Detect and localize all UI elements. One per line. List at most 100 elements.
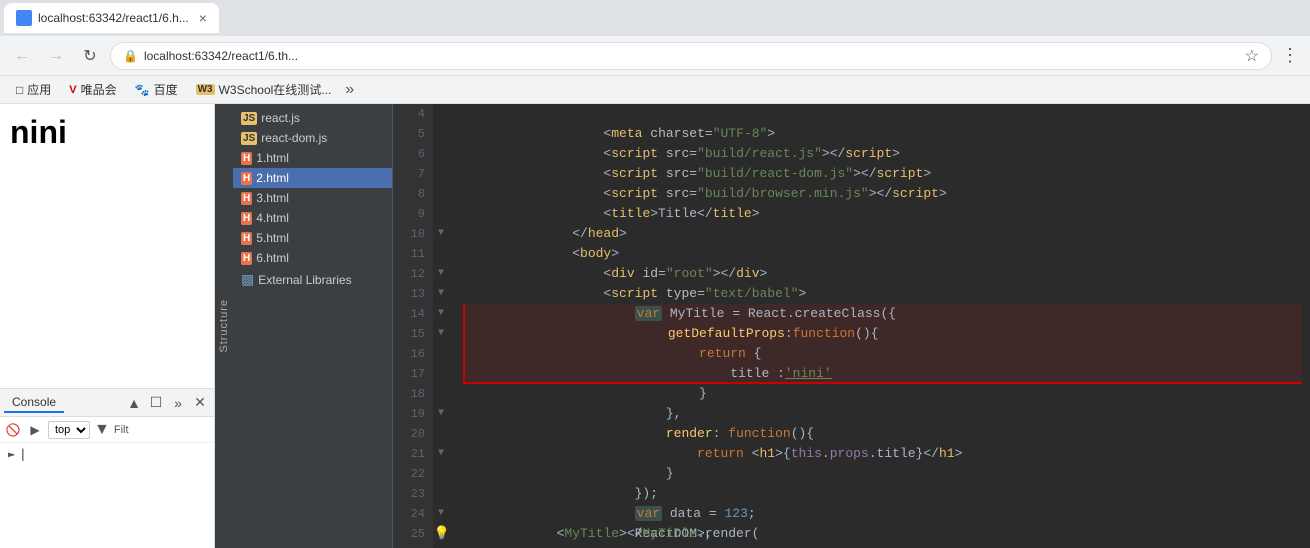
bookmark-baidu[interactable]: 🐾 百度 xyxy=(127,79,186,100)
file-tree: JS react.js JS react-dom.js H 1.html H 2… xyxy=(233,104,393,548)
nav-bar: ← → ↻ 🔒 localhost:63342/react1/6.th... ☆… xyxy=(0,36,1310,76)
code-line-26: document.getElementById('root') xyxy=(463,544,1302,548)
fold-arrow-19: ▼ xyxy=(438,404,444,424)
gutter-10[interactable]: ▼ xyxy=(433,224,451,244)
bookmark-w3school-label: W3School在线测试... xyxy=(219,81,332,98)
line-number-15: 15 xyxy=(393,324,425,344)
gutter-19[interactable]: ▼ xyxy=(433,404,451,424)
browser-output-panel: nini Console ▲ ☐ » ✕ 🚫 ▶ to xyxy=(0,104,215,548)
file-name-5html: 5.html xyxy=(256,231,289,245)
fold-arrow-12: ▼ xyxy=(438,264,444,284)
line-number-24: 24 xyxy=(393,504,425,524)
js-file-icon: JS xyxy=(241,132,257,145)
baidu-icon: 🐾 xyxy=(135,83,150,97)
file-name-6html: 6.html xyxy=(256,251,289,265)
code-lines: 4 5 6 7 8 9 10 11 12 13 14 15 16 17 xyxy=(393,104,1310,548)
ext-lib-icon: ▩ xyxy=(241,271,254,288)
gutter-22 xyxy=(433,464,451,484)
browser-tab[interactable]: localhost:63342/react1/6.h... × xyxy=(4,3,219,33)
bookmark-vipshop[interactable]: V 唯品会 xyxy=(61,79,124,100)
console-context-select[interactable]: top xyxy=(48,421,90,439)
gutter-21[interactable]: ▼ xyxy=(433,444,451,464)
bookmark-apps[interactable]: □ 应用 xyxy=(8,79,59,100)
file-item-reactdomjs[interactable]: JS react-dom.js xyxy=(233,128,392,148)
line-number-23: 23 xyxy=(393,484,425,504)
console-tab[interactable]: Console xyxy=(4,393,64,413)
prompt-arrow-icon: ► xyxy=(8,447,15,461)
gutter-5 xyxy=(433,124,451,144)
file-item-5html[interactable]: H 5.html xyxy=(233,228,392,248)
file-name-2html: 2.html xyxy=(256,171,289,185)
file-name-1html: 1.html xyxy=(256,151,289,165)
console-undock-button[interactable]: ☐ xyxy=(146,393,166,413)
fold-arrow-13: ▼ xyxy=(438,284,444,304)
line-number-18: 18 xyxy=(393,384,425,404)
line-number-21: 21 xyxy=(393,444,425,464)
filter-label: Filt xyxy=(114,424,129,436)
fold-arrow-24: ▼ xyxy=(438,504,444,524)
more-bookmarks-button[interactable]: » xyxy=(345,81,354,99)
gutter: ▼ ▼ ▼ ▼ ▼ ▼ ▼ ▼ xyxy=(433,104,455,548)
gutter-14[interactable]: ▼ xyxy=(433,304,451,324)
console-icons: ▲ ☐ » ✕ xyxy=(124,393,210,413)
gutter-12[interactable]: ▼ xyxy=(433,264,451,284)
bookmarks-bar: □ 应用 V 唯品会 🐾 百度 W3 W3School在线测试... » xyxy=(0,76,1310,104)
console-dock-button[interactable]: ▲ xyxy=(124,393,144,413)
fold-arrow-15: ▼ xyxy=(438,324,444,344)
gutter-13[interactable]: ▼ xyxy=(433,284,451,304)
js-file-icon: JS xyxy=(241,112,257,125)
bookmark-vipshop-label: 唯品会 xyxy=(81,81,117,98)
line-number-13: 13 xyxy=(393,284,425,304)
gutter-9 xyxy=(433,204,451,224)
file-item-1html[interactable]: H 1.html xyxy=(233,148,392,168)
file-name-reactjs: react.js xyxy=(261,111,300,125)
line-number-11: 11 xyxy=(393,244,425,264)
browser-window: localhost:63342/react1/6.h... × ← → ↻ 🔒 … xyxy=(0,0,1310,548)
console-input[interactable]: | xyxy=(19,447,26,461)
console-close-button[interactable]: ✕ xyxy=(190,393,210,413)
html-file-icon: H xyxy=(241,192,252,205)
gutter-7 xyxy=(433,164,451,184)
gutter-18 xyxy=(433,384,451,404)
line-number-14: 14 xyxy=(393,304,425,324)
bookmark-icon[interactable]: ☆ xyxy=(1245,46,1259,66)
structure-panel: Structure xyxy=(215,104,233,548)
file-item-2html[interactable]: H 2.html xyxy=(233,168,392,188)
vipshop-icon: V xyxy=(69,84,76,96)
file-item-reactjs[interactable]: JS react.js xyxy=(233,108,392,128)
output-content: nini xyxy=(0,104,214,388)
tab-close-button[interactable]: × xyxy=(199,10,207,26)
html-file-icon: H xyxy=(241,152,252,165)
back-button[interactable]: ← xyxy=(8,42,36,70)
gutter-24[interactable]: ▼ xyxy=(433,504,451,524)
console-filter-toggle[interactable]: ▶ xyxy=(26,421,44,439)
file-item-4html[interactable]: H 4.html xyxy=(233,208,392,228)
file-item-external-libraries[interactable]: ▩ External Libraries xyxy=(233,268,392,291)
line-number-26: 26 xyxy=(393,544,425,548)
file-item-6html[interactable]: H 6.html xyxy=(233,248,392,268)
extensions-button[interactable]: ⋮ xyxy=(1278,44,1302,68)
ide-area: Structure JS react.js JS react-dom.js H … xyxy=(215,104,1310,548)
bookmark-baidu-label: 百度 xyxy=(154,81,178,98)
w3school-icon: W3 xyxy=(196,84,215,95)
console-more-button[interactable]: » xyxy=(168,393,188,413)
code-editor[interactable]: 4 5 6 7 8 9 10 11 12 13 14 15 16 17 xyxy=(393,104,1310,548)
file-item-3html[interactable]: H 3.html xyxy=(233,188,392,208)
gutter-16 xyxy=(433,344,451,364)
bookmark-w3school[interactable]: W3 W3School在线测试... xyxy=(188,79,340,100)
console-body: ► | xyxy=(0,443,214,548)
fold-arrow-10: ▼ xyxy=(438,224,444,244)
console-clear-button[interactable]: 🚫 xyxy=(4,421,22,439)
gutter-15[interactable]: ▼ xyxy=(433,324,451,344)
console-dropdown-icon[interactable]: ▼ xyxy=(94,421,110,439)
line-number-10: 10 xyxy=(393,224,425,244)
tab-bar: localhost:63342/react1/6.h... × xyxy=(0,0,1310,36)
line-number-16: 16 xyxy=(393,344,425,364)
structure-label: Structure xyxy=(218,299,230,353)
gutter-23 xyxy=(433,484,451,504)
line-number-4: 4 xyxy=(393,104,425,124)
forward-button[interactable]: → xyxy=(42,42,70,70)
refresh-button[interactable]: ↻ xyxy=(76,42,104,70)
address-bar[interactable]: 🔒 localhost:63342/react1/6.th... ☆ xyxy=(110,42,1272,70)
line-number-5: 5 xyxy=(393,124,425,144)
